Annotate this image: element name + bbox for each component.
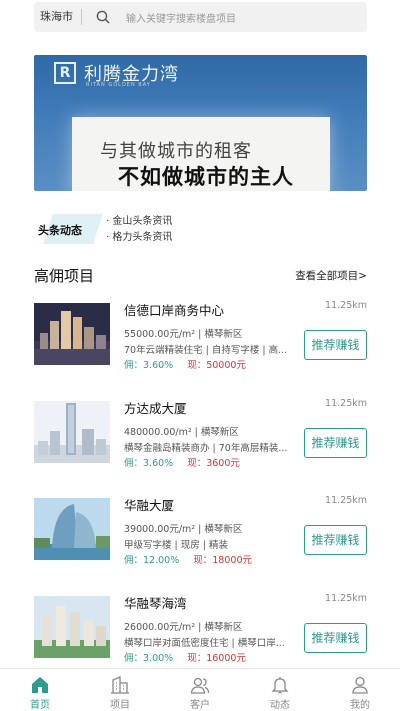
bell-icon	[271, 677, 289, 694]
project-name: 方达成大厦	[124, 401, 187, 416]
tab-home[interactable]: 首页	[10, 669, 70, 711]
project-price: 480000.00/m² | 横琴新区	[124, 427, 239, 438]
recommend-button[interactable]: 推荐赚钱	[304, 525, 367, 555]
news-item[interactable]: · 格力头条资讯	[106, 230, 172, 246]
home-icon	[32, 677, 48, 693]
project-thumbnail	[34, 401, 110, 463]
project-distance: 11.25km	[325, 495, 367, 506]
news-item[interactable]: · 金山头条资讯	[106, 214, 172, 230]
project-price: 55000.00元/m² | 横琴新区	[124, 329, 243, 340]
bottom-tab-bar: 首页 项目 客户 动态 我的	[0, 668, 400, 711]
banner-slogan-1: 与其做城市的租客	[100, 141, 252, 162]
project-distance: 11.25km	[325, 593, 367, 604]
news-tag: 头条动态	[34, 214, 103, 244]
project-tags: 甲级写字楼 | 现房 | 精装	[124, 540, 228, 551]
search-bar[interactable]: 珠海市 输入关键字搜索楼盘项目	[34, 2, 367, 32]
project-card[interactable]: 信德口岸商务中心 11.25km 55000.00元/m² | 横琴新区 70年…	[34, 300, 367, 380]
recommend-button[interactable]: 推荐赚钱	[304, 330, 367, 360]
promo-banner[interactable]: R 利腾金力湾 RITAN GOLDEN BAY 与其做城市的租客 不如做城市的…	[34, 55, 367, 191]
project-tags: 70年云端精装住宅 | 自持写字楼 | 高...	[124, 345, 288, 356]
user-icon	[352, 676, 368, 694]
project-card[interactable]: 方达成大厦 11.25km 480000.00/m² | 横琴新区 横琴金融岛精…	[34, 398, 367, 478]
project-thumbnail	[34, 303, 110, 365]
section-title: 高佣项目	[34, 267, 95, 285]
tab-mine[interactable]: 我的	[330, 669, 390, 711]
view-all-link[interactable]: 查看全部项目>	[295, 268, 367, 283]
recommend-button[interactable]: 推荐赚钱	[304, 428, 367, 458]
app-screen: 珠海市 输入关键字搜索楼盘项目 R 利腾金力湾 RITAN GOLDEN BAY…	[0, 0, 400, 711]
headline-news: 头条动态 · 金山头条资讯 · 格力头条资讯	[34, 210, 367, 250]
project-thumbnail	[34, 498, 110, 560]
project-name: 华融琴海湾	[124, 596, 187, 611]
project-commission: 佣：3.60% 现：3600元	[124, 458, 240, 469]
tab-projects[interactable]: 项目	[90, 669, 150, 711]
banner-slogan-2: 不如做城市的主人	[118, 164, 294, 189]
project-card[interactable]: 华融琴海湾 11.25km 26000.00元/m² | 横琴新区 横琴口岸对面…	[34, 593, 367, 673]
city-selector[interactable]: 珠海市	[34, 9, 82, 25]
project-commission: 佣：3.60% 现：50000元	[124, 360, 246, 371]
project-price: 39000.00元/m² | 横琴新区	[124, 524, 243, 535]
project-thumbnail	[34, 596, 110, 658]
project-tags: 横琴金融岛精装商办 | 70年高层精装...	[124, 443, 288, 454]
project-distance: 11.25km	[325, 398, 367, 409]
recommend-button[interactable]: 推荐赚钱	[304, 623, 367, 653]
tab-feed[interactable]: 动态	[250, 669, 310, 711]
project-commission: 佣：12.00% 现：18000元	[124, 555, 252, 566]
project-price: 26000.00元/m² | 横琴新区	[124, 622, 243, 633]
brand-logo-icon: R	[54, 62, 76, 84]
project-commission: 佣：3.00% 现：16000元	[124, 653, 246, 664]
search-input[interactable]: 输入关键字搜索楼盘项目	[126, 10, 236, 25]
banner-brand-sub: RITAN GOLDEN BAY	[86, 82, 151, 88]
search-icon	[90, 2, 116, 32]
project-card[interactable]: 华融大厦 11.25km 39000.00元/m² | 横琴新区 甲级写字楼 |…	[34, 495, 367, 575]
project-distance: 11.25km	[325, 300, 367, 311]
project-tags: 横琴口岸对面低密度住宅 | 横琴口岸...	[124, 638, 285, 649]
news-list: · 金山头条资讯 · 格力头条资讯	[106, 214, 172, 246]
people-icon	[190, 677, 210, 694]
project-name: 华融大厦	[124, 498, 175, 513]
tab-clients[interactable]: 客户	[170, 669, 230, 711]
project-name: 信德口岸商务中心	[124, 303, 225, 318]
building-icon	[111, 676, 129, 694]
